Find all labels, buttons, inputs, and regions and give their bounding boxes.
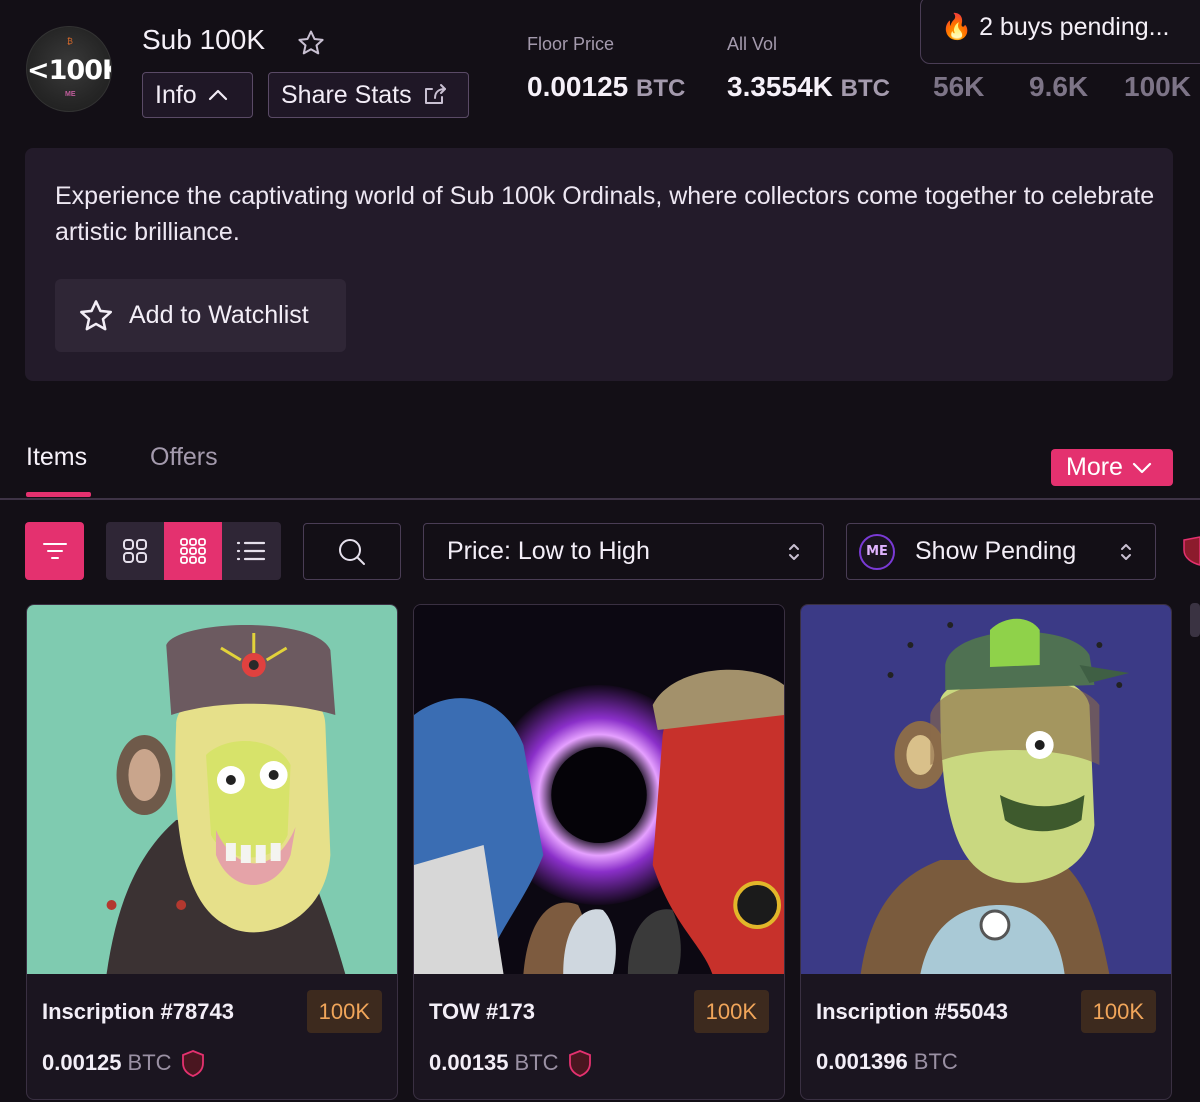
item-price: 0.00125 BTC [42,1049,206,1077]
floor-price-value: 0.00125 BTC [527,71,685,103]
logo-bitcoin-mark: ₿ [67,37,73,46]
watchlist-label: Add to Watchlist [129,301,309,329]
price-unit: BTC [514,1050,559,1075]
pending-value: Show Pending [915,537,1077,565]
all-volume-label: All Vol [727,34,778,54]
price-unit: BTC [913,1049,958,1074]
chevron-down-icon [1132,462,1152,473]
large-grid-view-button[interactable] [106,522,164,580]
share-stats-button[interactable]: Share Stats [268,72,469,118]
small-grid-view-button[interactable] [164,522,222,580]
share-icon [424,84,446,104]
item-name: Inscription #55043 [816,999,1008,1024]
grid-large-icon [123,539,147,563]
star-icon [80,299,112,330]
nft-artwork-image [414,605,784,974]
item-price: 0.00135 BTC [429,1049,593,1077]
tab-items[interactable]: Items [26,443,87,472]
active-tab-indicator [26,492,91,497]
share-stats-label: Share Stats [281,80,412,109]
item-name: TOW #173 [429,999,535,1024]
collection-badge: 100K [1080,990,1156,1033]
collection-badge: 100K [693,990,769,1033]
chevron-up-icon [208,89,227,101]
magic-eden-icon: ME [859,533,895,570]
item-name: Inscription #78743 [42,999,234,1024]
sort-select[interactable]: Price: Low to High [423,523,824,580]
list-icon [236,541,266,561]
item-card[interactable]: Inscription #55043 100K 0.001396 BTC [800,604,1172,1100]
floor-price-label: Floor Price [527,34,615,54]
all-volume-number: 3.3554K [727,71,833,102]
collection-badge: 100K [306,990,382,1033]
item-card[interactable]: TOW #173 100K 0.00135 BTC [413,604,785,1100]
price-value: 0.00125 [42,1050,122,1075]
shield-icon [568,1050,591,1077]
info-toggle-button[interactable]: Info [142,72,253,118]
collection-logo: ₿ <100K ME [26,26,112,112]
collection-description: Experience the captivating world of Sub … [55,182,1155,246]
logo-me-mark: ME [65,91,76,98]
search-icon [339,538,365,565]
all-volume-unit: BTC [840,75,890,102]
price-unit: BTC [127,1050,172,1075]
nft-artwork-image [801,605,1171,974]
logo-text: <100K [27,55,111,86]
select-updown-icon [789,544,799,560]
scrollbar-thumb[interactable] [1190,603,1200,637]
collection-title: Sub 100K [142,24,265,55]
info-label: Info [155,80,197,109]
more-label: More [1066,453,1123,481]
shield-filter-icon[interactable] [1180,534,1200,566]
stat-owners-value: 56K [933,71,985,102]
tabs-divider [0,498,1200,500]
filter-icon [42,543,67,559]
floor-price-unit: BTC [636,75,686,102]
more-dropdown-button[interactable]: More [1051,449,1173,486]
favorite-star-icon[interactable] [296,28,326,58]
price-value: 0.00135 [429,1050,509,1075]
item-card[interactable]: Inscription #78743 100K 0.00125 BTC [26,604,398,1100]
filter-button[interactable] [25,522,84,580]
buys-pending-toast[interactable]: 🔥 2 buys pending... [920,0,1200,64]
grid-small-icon [180,538,206,564]
select-updown-icon [1121,544,1131,560]
search-button[interactable] [303,523,401,580]
view-mode-toggle [106,522,281,580]
stat-listed-value: 9.6K [1029,71,1089,102]
price-value: 0.001396 [816,1049,908,1074]
floor-price-number: 0.00125 [527,71,629,102]
list-view-button[interactable] [222,522,280,580]
tab-offers[interactable]: Offers [150,443,218,472]
add-to-watchlist-button[interactable]: Add to Watchlist [55,279,346,352]
stat-supply-value: 100K [1124,71,1191,102]
shield-icon [181,1050,204,1077]
sort-value: Price: Low to High [447,537,650,565]
item-price: 0.001396 BTC [816,1049,958,1075]
all-volume-value: 3.3554K BTC [727,71,890,103]
nft-artwork-image [27,605,397,974]
show-pending-select[interactable]: ME Show Pending [846,523,1156,580]
